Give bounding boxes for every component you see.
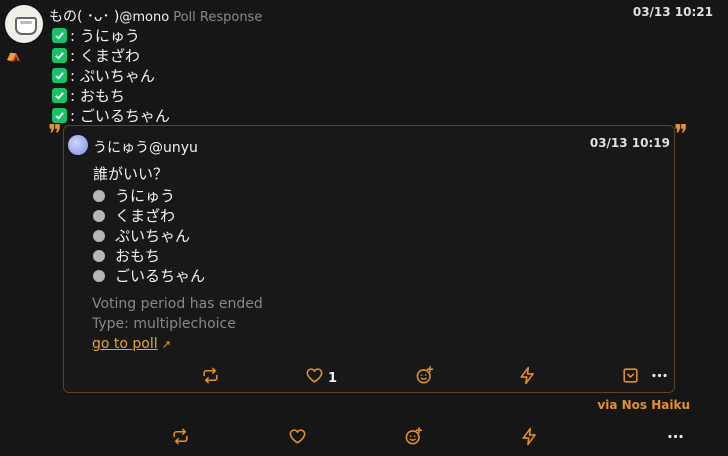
external-link-icon: ↗ (161, 338, 171, 351)
lightning-icon (519, 366, 534, 384)
emoji-plus-icon (416, 365, 433, 383)
choice-item: : ぷいちゃん (52, 66, 155, 85)
radio-dot-icon (93, 229, 105, 242)
choice-item: : くまざわ (52, 46, 140, 65)
heart-icon (306, 367, 322, 383)
checkmark-icon (52, 47, 67, 63)
poll-question: 誰がいい？ (93, 165, 169, 183)
zap-button[interactable] (518, 425, 540, 447)
choice-label: : くまざわ (70, 46, 140, 65)
quote-author[interactable]: うにゅう@unyu (93, 137, 198, 157)
poll-option-label: うにゅう (115, 187, 176, 205)
choice-label: : おもち (70, 86, 125, 105)
poll-option[interactable]: おもち (93, 245, 160, 266)
repost-icon (172, 428, 188, 444)
author-name: もの( ･ᴗ･ ) (49, 9, 120, 25)
more-icon (667, 434, 683, 438)
client-via-label: via Nos Haiku (597, 398, 690, 412)
open-quote-icon: ❞ (48, 120, 62, 150)
bookmark-icon (622, 367, 638, 383)
poll-type: Type: multiplechoice (92, 316, 236, 332)
choice-item: : おもち (52, 86, 125, 105)
reaction-button[interactable] (402, 425, 424, 447)
post-kind: Poll Response (173, 10, 263, 25)
radio-dot-icon (93, 249, 105, 262)
poll-status: Voting period has ended (92, 296, 263, 312)
quote-reaction-button[interactable] (413, 364, 435, 386)
emoji-plus-icon (405, 426, 422, 444)
choice-item: : うにゅう (52, 26, 140, 45)
poll-option-label: ぷいちゃん (115, 227, 191, 245)
like-button[interactable] (286, 425, 308, 447)
user-badge-icon: ⛺ (6, 48, 21, 62)
repost-icon (202, 367, 218, 383)
like-count: 1 (328, 371, 338, 386)
quote-more-button[interactable] (648, 364, 670, 386)
go-to-poll-link[interactable]: go to poll ↗ (92, 336, 171, 352)
radio-dot-icon (93, 189, 105, 202)
post-author[interactable]: もの( ･ᴗ･ )@mono Poll Response (49, 6, 262, 26)
quote-zap-button[interactable] (516, 364, 538, 386)
heart-icon (289, 428, 305, 444)
more-button[interactable] (664, 425, 686, 447)
radio-dot-icon (93, 209, 105, 222)
post-timestamp[interactable]: 03/13 10:21 (633, 5, 713, 19)
author-avatar[interactable] (5, 5, 43, 43)
poll-option[interactable]: ぷいちゃん (93, 225, 190, 246)
poll-option[interactable]: うにゅう (93, 185, 175, 206)
choice-label: : ぷいちゃん (70, 66, 155, 85)
poll-option[interactable]: ごいるちゃん (93, 265, 205, 286)
poll-option[interactable]: くまざわ (93, 205, 175, 226)
checkmark-icon (52, 67, 67, 83)
checkmark-icon (52, 87, 67, 103)
poll-option-label: おもち (115, 247, 161, 265)
repost-button[interactable] (169, 425, 191, 447)
quote-author-avatar[interactable] (68, 135, 88, 155)
choice-label: : うにゅう (70, 26, 140, 45)
lightning-icon (521, 427, 536, 445)
poll-option-label: くまざわ (115, 207, 176, 225)
author-handle: @mono (119, 10, 170, 25)
quote-like-button[interactable] (303, 364, 325, 386)
close-quote-icon: ❞ (674, 120, 688, 150)
go-to-poll-label: go to poll (92, 336, 158, 352)
poll-option-label: ごいるちゃん (115, 267, 206, 285)
quote-repost-button[interactable] (199, 364, 221, 386)
radio-dot-icon (93, 269, 105, 282)
choice-label: : ごいるちゃん (70, 106, 170, 125)
choice-item: : ごいるちゃん (52, 106, 170, 125)
more-icon (651, 373, 667, 377)
quote-bookmark-button[interactable] (619, 364, 641, 386)
checkmark-icon (52, 27, 67, 43)
quote-timestamp[interactable]: 03/13 10:19 (590, 136, 670, 150)
